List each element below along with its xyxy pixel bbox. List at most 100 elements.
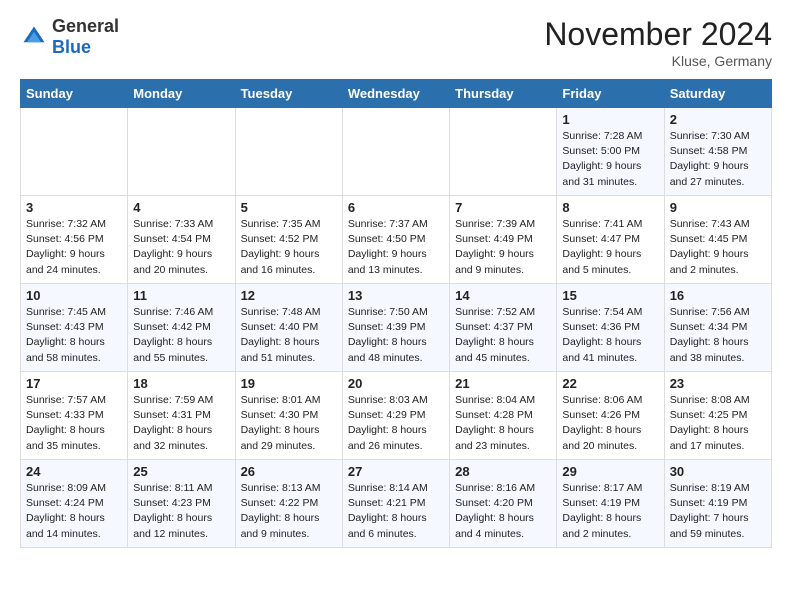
day-info: Sunrise: 7:46 AMSunset: 4:42 PMDaylight:…	[133, 305, 229, 366]
day-number: 25	[133, 464, 229, 479]
day-number: 15	[562, 288, 658, 303]
location-label: Kluse, Germany	[544, 53, 772, 69]
day-number: 8	[562, 200, 658, 215]
day-info: Sunrise: 7:50 AMSunset: 4:39 PMDaylight:…	[348, 305, 444, 366]
calendar-cell	[21, 108, 128, 196]
week-row-2: 3 Sunrise: 7:32 AMSunset: 4:56 PMDaylight…	[21, 196, 772, 284]
day-info: Sunrise: 7:32 AMSunset: 4:56 PMDaylight:…	[26, 217, 122, 278]
week-row-5: 24Sunrise: 8:09 AMSunset: 4:24 PMDayligh…	[21, 460, 772, 548]
day-number: 17	[26, 376, 122, 391]
calendar-cell: 14 Sunrise: 7:52 AMSunset: 4:37 PMDayligh…	[450, 284, 557, 372]
day-number: 29	[562, 464, 658, 479]
calendar-cell: 24Sunrise: 8:09 AMSunset: 4:24 PMDayligh…	[21, 460, 128, 548]
day-number: 11	[133, 288, 229, 303]
day-number: 14	[455, 288, 551, 303]
week-row-1: 1Sunrise: 7:28 AMSunset: 5:00 PMDaylight…	[21, 108, 772, 196]
logo-general-text: General	[52, 16, 119, 36]
calendar-cell: 13 Sunrise: 7:50 AMSunset: 4:39 PMDayligh…	[342, 284, 449, 372]
calendar-cell: 27 Sunrise: 8:14 AMSunset: 4:21 PMDayligh…	[342, 460, 449, 548]
calendar-cell: 21 Sunrise: 8:04 AMSunset: 4:28 PMDayligh…	[450, 372, 557, 460]
calendar-cell: 20 Sunrise: 8:03 AMSunset: 4:29 PMDayligh…	[342, 372, 449, 460]
day-info: Sunrise: 7:39 AMSunset: 4:49 PMDaylight:…	[455, 217, 551, 278]
day-info: Sunrise: 8:14 AMSunset: 4:21 PMDaylight:…	[348, 481, 444, 542]
day-info: Sunrise: 7:57 AMSunset: 4:33 PMDaylight:…	[26, 393, 122, 454]
day-info: Sunrise: 7:33 AMSunset: 4:54 PMDaylight:…	[133, 217, 229, 278]
calendar-cell: 5Sunrise: 7:35 AMSunset: 4:52 PMDaylight…	[235, 196, 342, 284]
day-info: Sunrise: 7:54 AMSunset: 4:36 PMDaylight:…	[562, 305, 658, 366]
weekday-header-friday: Friday	[557, 80, 664, 108]
calendar-cell: 6Sunrise: 7:37 AMSunset: 4:50 PMDaylight…	[342, 196, 449, 284]
day-info: Sunrise: 8:19 AMSunset: 4:19 PMDaylight:…	[670, 481, 766, 542]
month-title: November 2024	[544, 16, 772, 53]
day-info: Sunrise: 7:56 AMSunset: 4:34 PMDaylight:…	[670, 305, 766, 366]
calendar-cell	[128, 108, 235, 196]
day-info: Sunrise: 8:01 AMSunset: 4:30 PMDaylight:…	[241, 393, 337, 454]
day-info: Sunrise: 8:08 AMSunset: 4:25 PMDaylight:…	[670, 393, 766, 454]
day-number: 23	[670, 376, 766, 391]
title-block: November 2024 Kluse, Germany	[544, 16, 772, 69]
calendar-cell: 28Sunrise: 8:16 AMSunset: 4:20 PMDayligh…	[450, 460, 557, 548]
logo-icon	[20, 23, 48, 51]
calendar-cell: 18 Sunrise: 7:59 AMSunset: 4:31 PMDayligh…	[128, 372, 235, 460]
logo: General Blue	[20, 16, 119, 58]
weekday-header-tuesday: Tuesday	[235, 80, 342, 108]
day-info: Sunrise: 7:28 AMSunset: 5:00 PMDaylight:…	[562, 129, 658, 190]
calendar-cell: 16 Sunrise: 7:56 AMSunset: 4:34 PMDayligh…	[664, 284, 771, 372]
day-number: 26	[241, 464, 337, 479]
calendar-cell: 25 Sunrise: 8:11 AMSunset: 4:23 PMDayligh…	[128, 460, 235, 548]
day-info: Sunrise: 7:37 AMSunset: 4:50 PMDaylight:…	[348, 217, 444, 278]
calendar-cell: 19 Sunrise: 8:01 AMSunset: 4:30 PMDayligh…	[235, 372, 342, 460]
day-info: Sunrise: 7:52 AMSunset: 4:37 PMDaylight:…	[455, 305, 551, 366]
page-header: General Blue November 2024 Kluse, German…	[20, 16, 772, 69]
weekday-header-monday: Monday	[128, 80, 235, 108]
day-info: Sunrise: 7:43 AMSunset: 4:45 PMDaylight:…	[670, 217, 766, 278]
day-info: Sunrise: 8:04 AMSunset: 4:28 PMDaylight:…	[455, 393, 551, 454]
day-number: 30	[670, 464, 766, 479]
calendar-cell: 1Sunrise: 7:28 AMSunset: 5:00 PMDaylight…	[557, 108, 664, 196]
day-info: Sunrise: 8:11 AMSunset: 4:23 PMDaylight:…	[133, 481, 229, 542]
day-info: Sunrise: 8:03 AMSunset: 4:29 PMDaylight:…	[348, 393, 444, 454]
calendar-cell: 8 Sunrise: 7:41 AMSunset: 4:47 PMDaylight…	[557, 196, 664, 284]
day-number: 10	[26, 288, 122, 303]
day-info: Sunrise: 8:06 AMSunset: 4:26 PMDaylight:…	[562, 393, 658, 454]
weekday-header-thursday: Thursday	[450, 80, 557, 108]
weekday-header-sunday: Sunday	[21, 80, 128, 108]
day-number: 2	[670, 112, 766, 127]
calendar-cell: 3 Sunrise: 7:32 AMSunset: 4:56 PMDaylight…	[21, 196, 128, 284]
day-number: 5	[241, 200, 337, 215]
day-number: 4	[133, 200, 229, 215]
calendar-cell: 30 Sunrise: 8:19 AMSunset: 4:19 PMDayligh…	[664, 460, 771, 548]
calendar-cell: 10 Sunrise: 7:45 AMSunset: 4:43 PMDayligh…	[21, 284, 128, 372]
calendar-cell	[235, 108, 342, 196]
day-number: 12	[241, 288, 337, 303]
day-info: Sunrise: 7:45 AMSunset: 4:43 PMDaylight:…	[26, 305, 122, 366]
day-number: 21	[455, 376, 551, 391]
calendar-cell: 7Sunrise: 7:39 AMSunset: 4:49 PMDaylight…	[450, 196, 557, 284]
week-row-4: 17 Sunrise: 7:57 AMSunset: 4:33 PMDayligh…	[21, 372, 772, 460]
calendar-cell: 11 Sunrise: 7:46 AMSunset: 4:42 PMDayligh…	[128, 284, 235, 372]
day-number: 3	[26, 200, 122, 215]
day-number: 16	[670, 288, 766, 303]
day-info: Sunrise: 7:30 AMSunset: 4:58 PMDaylight:…	[670, 129, 766, 190]
week-row-3: 10 Sunrise: 7:45 AMSunset: 4:43 PMDayligh…	[21, 284, 772, 372]
day-info: Sunrise: 7:59 AMSunset: 4:31 PMDaylight:…	[133, 393, 229, 454]
day-info: Sunrise: 8:17 AMSunset: 4:19 PMDaylight:…	[562, 481, 658, 542]
calendar-cell: 17 Sunrise: 7:57 AMSunset: 4:33 PMDayligh…	[21, 372, 128, 460]
calendar-cell: 29 Sunrise: 8:17 AMSunset: 4:19 PMDayligh…	[557, 460, 664, 548]
page-container: General Blue November 2024 Kluse, German…	[0, 0, 792, 564]
day-number: 28	[455, 464, 551, 479]
calendar-cell: 15 Sunrise: 7:54 AMSunset: 4:36 PMDayligh…	[557, 284, 664, 372]
calendar-cell	[450, 108, 557, 196]
weekday-header-wednesday: Wednesday	[342, 80, 449, 108]
calendar-cell: 2 Sunrise: 7:30 AMSunset: 4:58 PMDaylight…	[664, 108, 771, 196]
day-info: Sunrise: 7:41 AMSunset: 4:47 PMDaylight:…	[562, 217, 658, 278]
day-number: 19	[241, 376, 337, 391]
day-info: Sunrise: 8:13 AMSunset: 4:22 PMDaylight:…	[241, 481, 337, 542]
day-number: 13	[348, 288, 444, 303]
day-number: 27	[348, 464, 444, 479]
day-number: 18	[133, 376, 229, 391]
day-number: 20	[348, 376, 444, 391]
day-number: 22	[562, 376, 658, 391]
calendar-cell: 23 Sunrise: 8:08 AMSunset: 4:25 PMDayligh…	[664, 372, 771, 460]
calendar-cell: 9Sunrise: 7:43 AMSunset: 4:45 PMDaylight…	[664, 196, 771, 284]
